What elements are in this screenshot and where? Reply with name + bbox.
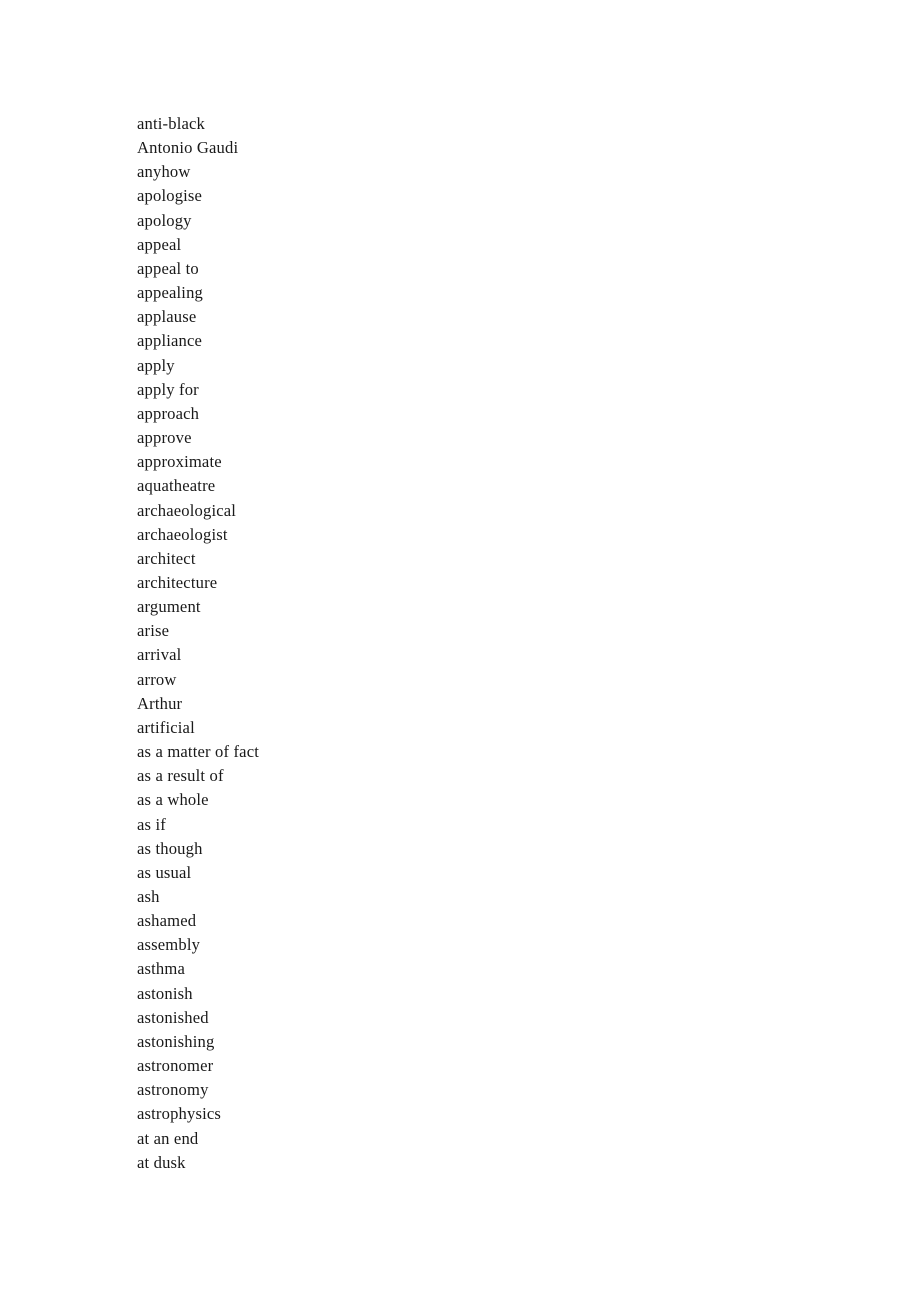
word-list-item: artificial	[137, 717, 195, 737]
word-list-item: arrow	[137, 669, 177, 689]
word-list-item: astronomer	[137, 1056, 214, 1076]
word-list-item: archaeological	[137, 500, 237, 520]
word-list-item: architect	[137, 548, 196, 568]
word-list-item: approve	[137, 428, 192, 448]
word-list-item: as a matter of fact	[137, 742, 260, 762]
word-list-item: Antonio Gaudi	[137, 138, 239, 158]
word-list-item: approximate	[137, 452, 222, 472]
word-list-item: as a whole	[137, 790, 209, 810]
word-list-item: applause	[137, 307, 197, 327]
word-list-item: as usual	[137, 862, 192, 882]
word-list-item: as a result of	[137, 766, 224, 786]
word-list: anti-black Antonio Gaudi anyhow apologise ap…	[137, 112, 837, 1175]
word-list-item: architecture	[137, 572, 218, 592]
document-page: anti-black Antonio Gaudi anyhow apologise ap…	[0, 0, 920, 1302]
word-list-item: anti-black	[137, 114, 206, 133]
word-list-item: at an end	[137, 1128, 199, 1148]
word-list-item: astonished	[137, 1007, 209, 1027]
word-list-item: ashamed	[137, 911, 197, 931]
word-list-item: asthma	[137, 959, 185, 979]
word-list-item: at dusk	[137, 1152, 186, 1172]
word-list-item: apply	[137, 355, 175, 375]
word-list-item: apologise	[137, 186, 203, 206]
word-list-item: astronomy	[137, 1080, 209, 1100]
word-list-item: anyhow	[137, 162, 191, 182]
word-list-item: ash	[137, 887, 160, 906]
word-list-item: arrival	[137, 645, 182, 665]
word-list-item: as though	[137, 838, 203, 858]
word-list-item: argument	[137, 597, 201, 617]
word-list-item: Arthur	[137, 693, 183, 713]
word-list-item: appealing	[137, 283, 203, 303]
word-list-item: appliance	[137, 331, 203, 351]
word-list-item: astonishing	[137, 1031, 215, 1051]
word-list-item: apply for	[137, 379, 199, 399]
word-list-item: astrophysics	[137, 1104, 222, 1124]
word-list-item: assembly	[137, 935, 201, 955]
word-list-item: appeal	[137, 234, 182, 254]
word-list-item: archaeologist	[137, 524, 228, 544]
word-list-item: aquatheatre	[137, 476, 216, 496]
word-list-item: astonish	[137, 983, 193, 1003]
word-list-item: apology	[137, 210, 192, 230]
word-list-item: as if	[137, 814, 166, 834]
word-list-item: appeal to	[137, 258, 199, 278]
word-list-item: arise	[137, 621, 170, 641]
word-list-item: approach	[137, 403, 200, 423]
